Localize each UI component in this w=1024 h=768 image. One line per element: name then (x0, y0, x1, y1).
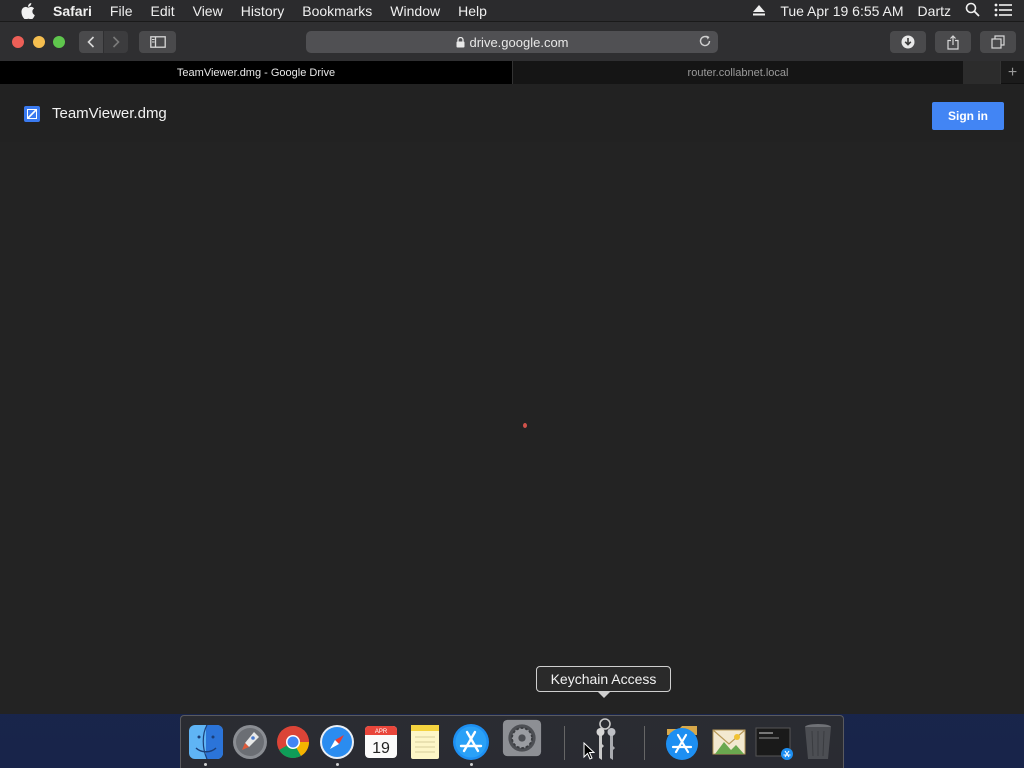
menu-file[interactable]: File (110, 3, 133, 19)
sign-in-button[interactable]: Sign in (932, 102, 1004, 130)
minimize-window-button[interactable] (33, 36, 45, 48)
menu-edit[interactable]: Edit (150, 3, 174, 19)
share-icon (947, 34, 959, 50)
system-preferences-icon[interactable] (502, 718, 542, 758)
tabs-icon (991, 35, 1005, 49)
drive-header: TeamViewer.dmg Sign in (0, 84, 1024, 142)
stack-icon[interactable] (754, 722, 794, 762)
menubar-clock[interactable]: Tue Apr 19 6:55 AM (780, 3, 903, 19)
downloads-button[interactable] (890, 31, 926, 53)
menu-history[interactable]: History (241, 3, 285, 19)
lock-icon (456, 36, 465, 48)
reload-icon[interactable] (698, 34, 712, 48)
menu-view[interactable]: View (193, 3, 223, 19)
app-store-running-indicator (470, 763, 473, 766)
new-tab-button[interactable]: + (1000, 61, 1024, 84)
calendar-day: 19 (372, 740, 390, 757)
mail-photos-icon[interactable] (709, 722, 749, 762)
dock-separator (564, 726, 565, 760)
safari-window: drive.google.com TeamViewer.dmg - Google… (0, 22, 1024, 714)
menubar-user[interactable]: Dartz (918, 3, 951, 19)
address-text: drive.google.com (469, 34, 569, 50)
share-button[interactable] (935, 31, 971, 53)
sidebar-icon (149, 36, 166, 48)
eject-icon[interactable] (752, 3, 766, 19)
safari-running-indicator (336, 763, 339, 766)
chrome-icon[interactable] (273, 722, 313, 762)
tab-bar: TeamViewer.dmg - Google Drive router.col… (0, 61, 1024, 84)
file-name: TeamViewer.dmg (52, 105, 167, 122)
download-icon (901, 35, 915, 49)
tab-overview-button[interactable] (980, 31, 1016, 53)
finder-running-indicator (204, 763, 207, 766)
close-window-button[interactable] (12, 36, 24, 48)
loading-spinner-icon (523, 423, 527, 428)
chevron-right-icon (112, 36, 120, 48)
browser-toolbar: drive.google.com (0, 22, 1024, 61)
trash-icon[interactable] (798, 722, 838, 762)
menu-window[interactable]: Window (390, 3, 440, 19)
spotlight-search-icon[interactable] (965, 2, 980, 20)
file-preview-area (0, 142, 1024, 714)
finder-icon[interactable] (186, 722, 226, 762)
address-bar[interactable]: drive.google.com (306, 31, 718, 53)
zoom-window-button[interactable] (53, 36, 65, 48)
notification-center-icon[interactable] (994, 3, 1012, 20)
forward-button[interactable] (104, 31, 128, 53)
sidebar-toggle-button[interactable] (139, 31, 176, 53)
notes-icon[interactable] (405, 722, 445, 762)
tab-router[interactable]: router.collabnet.local (512, 61, 963, 84)
menu-help[interactable]: Help (458, 3, 487, 19)
app-store-icon[interactable] (451, 722, 491, 762)
dock: APR 19 (180, 715, 844, 768)
dock-tooltip: Keychain Access (536, 666, 671, 692)
dock-separator-2 (644, 726, 645, 760)
menu-bookmarks[interactable]: Bookmarks (302, 3, 372, 19)
calendar-month: APR (375, 729, 388, 735)
chevron-left-icon (87, 36, 95, 48)
tab-bar-spacer (963, 61, 1000, 84)
app-store-folder-icon[interactable] (662, 722, 702, 762)
menubar: Safari File Edit View History Bookmarks … (0, 0, 1024, 22)
file-type-icon (24, 106, 40, 122)
tab-google-drive[interactable]: TeamViewer.dmg - Google Drive (0, 61, 512, 84)
tooltip-arrow (597, 691, 611, 698)
calendar-icon[interactable]: APR 19 (361, 722, 401, 762)
safari-icon[interactable] (317, 722, 357, 762)
launchpad-icon[interactable] (230, 722, 270, 762)
mouse-cursor-icon (583, 741, 596, 765)
menu-app-name[interactable]: Safari (53, 3, 92, 19)
back-button[interactable] (79, 31, 103, 53)
apple-menu-icon[interactable] (19, 2, 37, 20)
